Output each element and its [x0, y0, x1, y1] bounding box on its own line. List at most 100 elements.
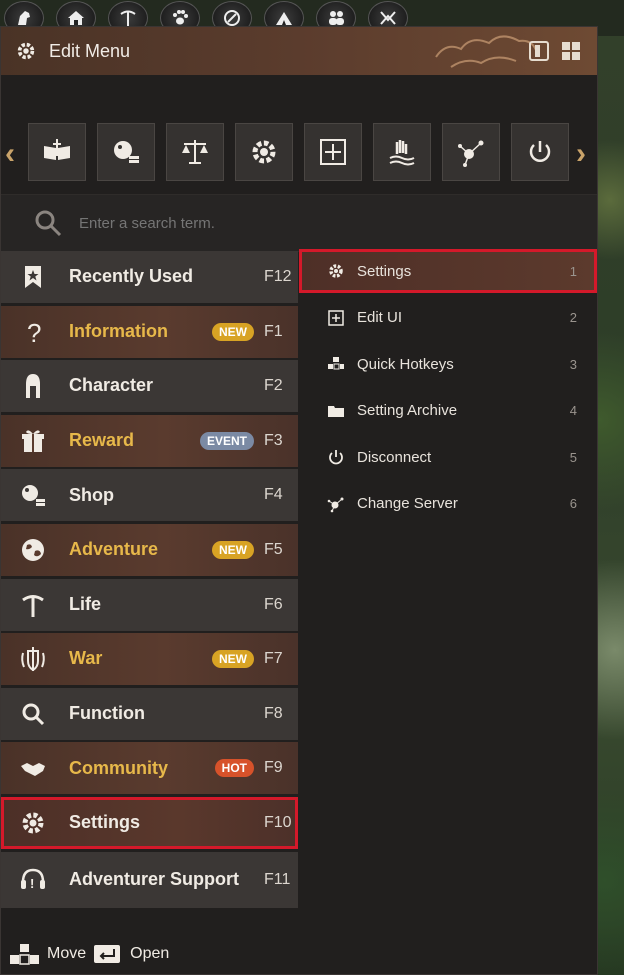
- power-icon[interactable]: [511, 123, 569, 181]
- new-badge: NEW: [212, 322, 254, 341]
- gear-icon: [325, 260, 347, 282]
- question-icon: ?: [15, 314, 51, 350]
- submenu-item-change-server[interactable]: Change Server 6: [299, 482, 597, 526]
- submenu-label: Setting Archive: [357, 402, 458, 419]
- hotkey-label: F1: [264, 322, 283, 340]
- gift-icon: [15, 423, 51, 459]
- hotkey-label: F7: [264, 650, 283, 668]
- quick-icon-row: ‹ ›: [1, 123, 597, 187]
- hotkey-label: F8: [264, 704, 283, 722]
- edit-ui-icon[interactable]: [304, 123, 362, 181]
- chevron-right-icon[interactable]: ›: [576, 137, 586, 171]
- sword-shield-icon: [15, 641, 51, 677]
- layout-grid-icon[interactable]: [562, 42, 580, 60]
- hotkey-label: F3: [264, 431, 283, 449]
- open-hint-label: Open: [130, 945, 170, 962]
- layout-split-icon[interactable]: [529, 41, 549, 61]
- network-icon[interactable]: [442, 123, 500, 181]
- hotkey-label: F12: [264, 268, 292, 285]
- submenu-label: Settings: [357, 262, 412, 280]
- handshake-icon: [15, 750, 51, 786]
- magnifier-icon: [15, 696, 51, 732]
- submenu-label: Edit UI: [357, 309, 403, 326]
- submenu-number: 6: [569, 496, 577, 511]
- category-life[interactable]: Life F6: [1, 578, 298, 631]
- submenu-label: Quick Hotkeys: [357, 355, 454, 373]
- gear-icon: [15, 805, 51, 841]
- submenu-number: 1: [569, 263, 577, 279]
- hotkey-label: F11: [264, 870, 291, 888]
- search-icon: [35, 210, 62, 237]
- search-input[interactable]: [77, 213, 481, 233]
- category-reward[interactable]: Reward EVENT F3: [1, 414, 298, 467]
- category-label: Function: [69, 703, 145, 724]
- headset-icon: !: [15, 862, 51, 898]
- category-character[interactable]: Character F2: [1, 360, 298, 413]
- category-community[interactable]: Community HOT F9: [1, 742, 298, 795]
- submenu-item-edit-ui[interactable]: Edit UI 2: [299, 296, 597, 340]
- category-label: Recently Used: [69, 266, 194, 287]
- scales-icon[interactable]: [166, 123, 224, 181]
- category-label: Reward: [69, 430, 135, 451]
- chevron-left-icon[interactable]: ‹: [5, 137, 15, 171]
- submenu-label: Change Server: [357, 495, 458, 512]
- category-label: Settings: [69, 812, 141, 833]
- submenu-number: 4: [569, 403, 577, 418]
- category-label: Adventurer Support: [69, 868, 240, 889]
- new-badge: NEW: [212, 650, 254, 669]
- helmet-icon: [15, 368, 51, 404]
- folder-icon: [325, 400, 347, 422]
- hotkey-label: F6: [264, 595, 283, 613]
- category-adventurer-support[interactable]: ! Adventurer Support F11: [1, 851, 298, 908]
- submenu-item-disconnect[interactable]: Disconnect 5: [299, 435, 597, 479]
- category-adventure[interactable]: Adventure NEW F5: [1, 523, 298, 576]
- svg-text:?: ?: [27, 318, 41, 346]
- submenu-item-setting-archive[interactable]: Setting Archive 4: [299, 389, 597, 433]
- pearl-coins-icon: [15, 477, 51, 513]
- hotkey-label: F2: [264, 377, 283, 395]
- pearl-coins-icon[interactable]: [97, 123, 155, 181]
- submenu-item-quick-hotkeys[interactable]: Quick Hotkeys 3: [299, 342, 597, 386]
- keys-icon: [325, 353, 347, 375]
- power-icon: [325, 446, 347, 468]
- event-badge: EVENT: [199, 431, 254, 450]
- submenu-number: 2: [569, 310, 577, 325]
- globe-icon: [15, 532, 51, 568]
- submenu-number: 5: [569, 449, 577, 465]
- gear-icon: [17, 42, 35, 60]
- enter-key-icon: [94, 945, 121, 963]
- category-label: Community: [69, 757, 168, 778]
- submenu-item-settings[interactable]: Settings 1: [299, 249, 597, 293]
- window-title: Edit Menu: [49, 40, 131, 61]
- gear-icon[interactable]: [235, 123, 293, 181]
- category-label: Life: [69, 593, 102, 614]
- hot-badge: HOT: [214, 759, 254, 778]
- hand-water-icon[interactable]: [373, 123, 431, 181]
- cloud-ornament-icon: [435, 35, 538, 68]
- category-shop[interactable]: Shop F4: [1, 469, 298, 522]
- network-icon: [325, 493, 347, 515]
- submenu-label: Disconnect: [357, 448, 432, 466]
- book-sword-icon[interactable]: [28, 123, 86, 181]
- category-settings[interactable]: Settings F10: [1, 796, 298, 849]
- title-bar[interactable]: Edit Menu: [1, 27, 597, 75]
- category-label: Character: [69, 375, 154, 396]
- new-badge: NEW: [212, 540, 254, 559]
- category-label: War: [69, 648, 103, 669]
- search-bar: [1, 194, 597, 252]
- star-bookmark-icon: [15, 259, 51, 295]
- arrow-keys-icon: [10, 944, 39, 965]
- key-hint-footer: Move Open: [9, 943, 169, 965]
- edit-menu-window: Edit Menu ‹ › Enter a search term. Recen…: [0, 26, 598, 975]
- pickaxe-icon: [15, 587, 51, 623]
- svg-text:!: !: [30, 876, 34, 891]
- category-list: Recently Used F12 ? Information NEW F1 C…: [1, 251, 298, 910]
- submenu-number: 3: [569, 356, 577, 372]
- edit-ui-icon: [325, 307, 347, 329]
- category-information[interactable]: ? Information NEW F1: [1, 305, 298, 358]
- category-label: Adventure: [69, 539, 159, 560]
- settings-submenu: Settings 1 Edit UI 2 Quick Hotkeys 3 Set…: [299, 249, 597, 528]
- category-war[interactable]: War NEW F7: [1, 633, 298, 686]
- category-function[interactable]: Function F8: [1, 687, 298, 740]
- category-recently-used[interactable]: Recently Used F12: [1, 251, 298, 303]
